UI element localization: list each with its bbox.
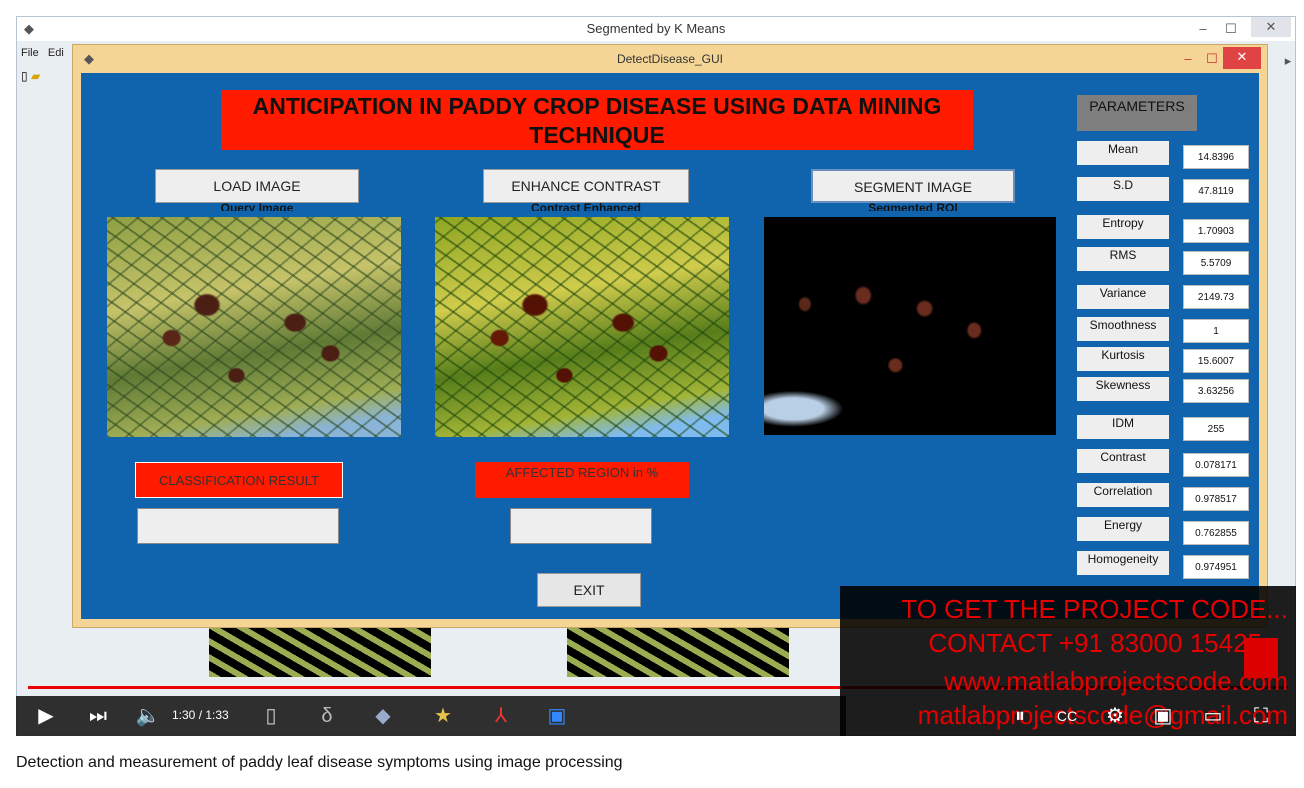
settings-gear-icon[interactable]: ⚙ xyxy=(1098,696,1132,736)
param-value-homogeneity: 0.974951 xyxy=(1183,555,1249,579)
segment-image-button[interactable]: SEGMENT IMAGE xyxy=(811,169,1015,203)
gui-close-icon[interactable]: ✕ xyxy=(1223,47,1261,69)
param-label-mean: Mean xyxy=(1077,141,1169,165)
contrast-enhanced-image xyxy=(435,217,729,437)
param-label-kurtosis: Kurtosis xyxy=(1077,347,1169,371)
param-value-skewness: 3.63256 xyxy=(1183,379,1249,403)
param-value-idm: 255 xyxy=(1183,417,1249,441)
param-value-smoothness: 1 xyxy=(1183,319,1249,343)
classification-result-box xyxy=(137,508,339,544)
param-label-homogeneity: Homogeneity xyxy=(1077,551,1169,575)
segmented-roi-caption: Segmented ROI xyxy=(868,201,958,211)
gui-body: ANTICIPATION IN PADDY CROP DISEASE USING… xyxy=(81,73,1259,619)
phone-icon xyxy=(1244,638,1278,678)
gui-maximize-icon[interactable]: ☐ xyxy=(1203,49,1221,69)
param-label-correlation: Correlation xyxy=(1077,483,1169,507)
param-value-s-d: 47.8119 xyxy=(1183,179,1249,203)
param-value-kurtosis: 15.6007 xyxy=(1183,349,1249,373)
collapse-toolbar-icon[interactable]: ▸ xyxy=(1281,51,1295,71)
affected-region-box xyxy=(510,508,652,544)
param-value-entropy: 1.70903 xyxy=(1183,219,1249,243)
param-label-contrast: Contrast xyxy=(1077,449,1169,473)
taskbar-movie-icon: ★ xyxy=(434,705,452,727)
param-label-idm: IDM xyxy=(1077,415,1169,439)
taskbar-delta-icon: δ xyxy=(321,705,333,727)
outer-menu-bar: File Edi xyxy=(21,47,64,59)
classification-result-label: CLASSIFICATION RESULT xyxy=(135,462,343,498)
param-label-rms: RMS xyxy=(1077,247,1169,271)
param-label-s-d: S.D xyxy=(1077,177,1169,201)
param-label-entropy: Entropy xyxy=(1077,215,1169,239)
contrast-enhanced-caption: Contrast Enhanced xyxy=(530,201,641,211)
next-icon[interactable]: ⏭ xyxy=(80,696,116,736)
gui-app-icon: ◆ xyxy=(84,51,94,66)
param-value-correlation: 0.978517 xyxy=(1183,487,1249,511)
theater-mode-icon[interactable]: ▭ xyxy=(1196,696,1230,736)
autoplay-toggle-icon[interactable]: ⏸ xyxy=(1000,696,1040,736)
taskbar-pdf-icon: ⅄ xyxy=(494,705,508,727)
outer-toolbar: ▯ ▰ xyxy=(21,69,40,83)
maximize-icon[interactable]: ☐ xyxy=(1221,19,1241,39)
promo-line-1: TO GET THE PROJECT CODE... xyxy=(901,594,1288,624)
promo-overlay: TO GET THE PROJECT CODE... CONTACT +91 8… xyxy=(840,586,1296,736)
gui-minimize-icon[interactable]: – xyxy=(1179,49,1197,69)
video-title: Detection and measurement of paddy leaf … xyxy=(16,754,623,771)
minimize-icon[interactable]: – xyxy=(1193,19,1213,39)
taskbar-window-icon: ▣ xyxy=(547,705,567,727)
volume-icon[interactable]: 🔈 xyxy=(130,696,166,736)
param-value-mean: 14.8396 xyxy=(1183,145,1249,169)
video-controls-bar: ▶ ⏭ 🔈 ▯ δ ◆ ★ ⅄ ▣ xyxy=(16,696,846,736)
taskbar-file-icon: ▯ xyxy=(265,705,277,727)
detect-disease-gui-window: DetectDisease_GUI ◆ – ☐ ✕ ANTICIPATION I… xyxy=(72,44,1268,628)
query-image-caption: Query Image xyxy=(220,201,294,211)
enhance-contrast-button[interactable]: ENHANCE CONTRAST xyxy=(483,169,689,203)
load-image-button[interactable]: LOAD IMAGE xyxy=(155,169,359,203)
param-value-rms: 5.5709 xyxy=(1183,251,1249,275)
play-icon[interactable]: ▶ xyxy=(26,696,66,736)
new-file-icon[interactable]: ▯ xyxy=(21,69,28,83)
promo-line-3: www.matlabprojectscode.com xyxy=(944,666,1288,696)
param-label-energy: Energy xyxy=(1077,517,1169,541)
outer-window-title: Segmented by K Means xyxy=(17,17,1295,41)
exit-button[interactable]: EXIT xyxy=(537,573,641,607)
video-time: 1:30 / 1:33 xyxy=(172,708,229,722)
param-label-skewness: Skewness xyxy=(1077,377,1169,401)
matlab-logo-icon: ◆ xyxy=(24,21,34,36)
background-leaf-image-1 xyxy=(209,627,431,677)
miniplayer-icon[interactable]: ▣ xyxy=(1146,696,1180,736)
taskbar-app-icon: ◆ xyxy=(375,705,391,727)
close-icon[interactable]: ✕ xyxy=(1251,17,1291,37)
param-value-contrast: 0.078171 xyxy=(1183,453,1249,477)
param-label-smoothness: Smoothness xyxy=(1077,317,1169,341)
fullscreen-icon[interactable]: ⛶ xyxy=(1244,696,1278,736)
captions-icon[interactable]: CC xyxy=(1050,696,1084,736)
param-label-variance: Variance xyxy=(1077,285,1169,309)
gui-window-title: DetectDisease_GUI xyxy=(616,52,724,66)
menu-file[interactable]: File xyxy=(21,47,39,59)
app-title: ANTICIPATION IN PADDY CROP DISEASE USING… xyxy=(221,90,973,150)
background-leaf-image-2 xyxy=(567,627,789,677)
parameters-heading: PARAMETERS xyxy=(1077,95,1197,131)
param-value-energy: 0.762855 xyxy=(1183,521,1249,545)
open-folder-icon[interactable]: ▰ xyxy=(31,69,40,83)
param-value-variance: 2149.73 xyxy=(1183,285,1249,309)
affected-region-label: AFFECTED REGION in % xyxy=(475,462,689,498)
promo-line-2: CONTACT +91 83000 15425 xyxy=(928,628,1262,658)
query-image xyxy=(107,217,401,437)
menu-edit[interactable]: Edi xyxy=(48,47,64,59)
segmented-roi-image xyxy=(764,217,1056,435)
